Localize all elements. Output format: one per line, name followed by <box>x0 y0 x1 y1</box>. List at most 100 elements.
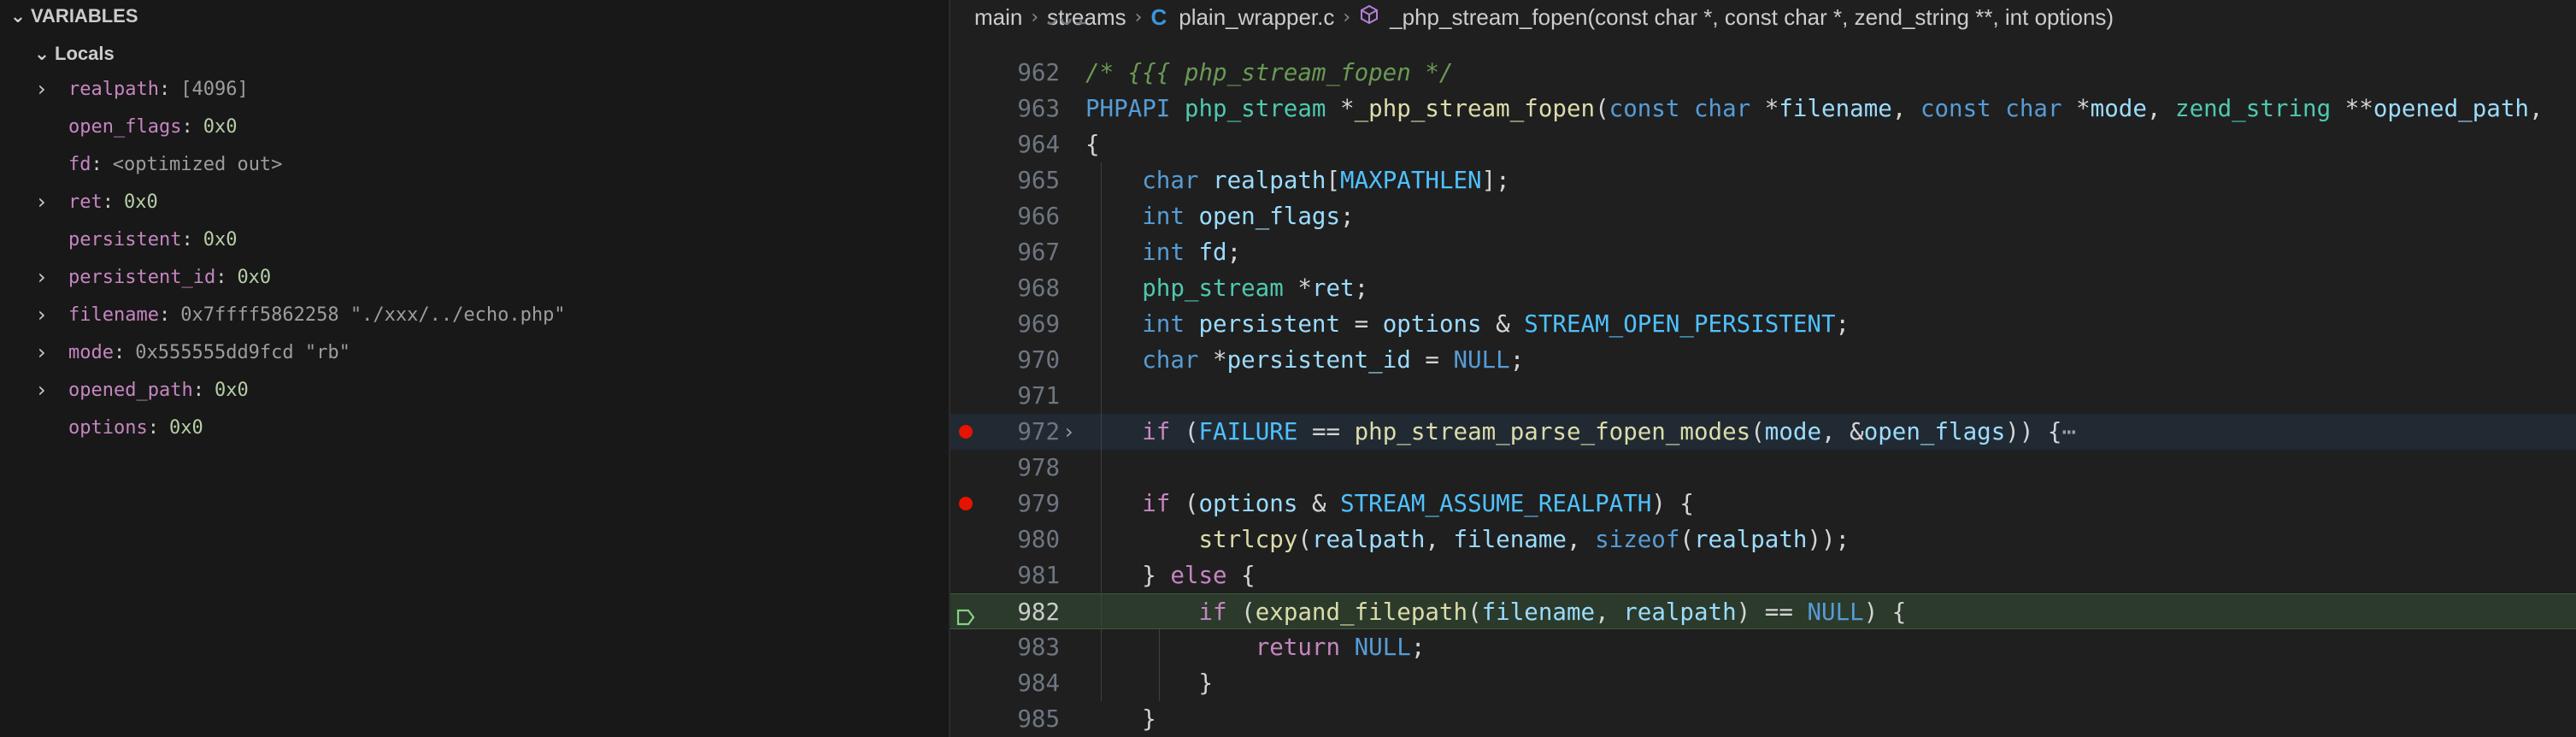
variable-row-fd[interactable]: fd: <optimized out> <box>38 147 282 181</box>
variable-row-realpath[interactable]: › realpath: [4096] <box>38 72 249 106</box>
code-text: int open_flags; <box>1085 198 1354 234</box>
code-token: realpath <box>1693 526 1808 553</box>
code-text: PHPAPI php_stream *_php_stream_fopen(con… <box>1085 91 2544 127</box>
chevron-right-icon[interactable]: › <box>38 77 68 101</box>
code-token: , <box>2146 95 2176 122</box>
variable-separator: : <box>181 115 193 138</box>
code-token: int <box>1142 239 1185 266</box>
code-token: if <box>1142 418 1171 445</box>
code-text: } <box>1085 665 1213 701</box>
code-line-966[interactable]: 966 int open_flags; <box>950 198 2576 234</box>
code-token: const <box>1609 95 1680 122</box>
code-text: } <box>1085 701 1156 737</box>
code-token: options <box>1198 490 1298 517</box>
code-line-965[interactable]: 965 char realpath[MAXPATHLEN]; <box>950 162 2576 198</box>
code-editor[interactable]: main › streams › C plain_wrapper.c › _ph… <box>950 0 2576 737</box>
variable-row-filename[interactable]: › filename:0x7ffff5862258 "./xxx/../echo.… <box>38 298 566 332</box>
code-line-971[interactable]: 971 <box>950 378 2576 414</box>
variables-section-header[interactable]: ⌄ VARIABLES <box>5 2 138 31</box>
code-line-962[interactable]: 962 /* {{{ php_stream_fopen */ <box>950 55 2576 91</box>
code-token: ( <box>1679 526 1694 553</box>
code-line-979[interactable]: 979 if (options & STREAM_ASSUME_REALPATH… <box>950 486 2576 522</box>
code-text: strlcpy(realpath, filename, sizeof(realp… <box>1085 522 1850 557</box>
code-token: * <box>1326 95 1355 122</box>
code-line-983[interactable]: 983 return NULL; <box>950 629 2576 665</box>
fold-chevron-icon[interactable]: › <box>1065 414 1073 450</box>
chevron-down-icon: ⌄ <box>33 43 50 65</box>
code-line-968[interactable]: 968 php_stream *ret; <box>950 270 2576 306</box>
chevron-right-icon[interactable]: › <box>38 190 68 214</box>
code-line-972[interactable]: 972 › if (FAILURE == php_stream_parse_fop… <box>950 414 2576 450</box>
code-token: NULL <box>1453 346 1510 374</box>
code-token: fd <box>1198 239 1227 266</box>
variable-row-open-flags[interactable]: open_flags:0x0 <box>38 109 237 144</box>
line-number: 972 <box>1017 418 1060 445</box>
code-token: ( <box>1170 418 1199 445</box>
line-number: 983 <box>1017 634 1060 661</box>
variable-row-ret[interactable]: › ret:0x0 <box>38 185 158 219</box>
code-token: STREAM_OPEN_PERSISTENT <box>1524 310 1836 338</box>
variable-row-mode[interactable]: › mode:0x555555dd9fcd "rb" <box>38 335 350 369</box>
indent-guide <box>1101 162 1102 701</box>
code-line-984[interactable]: 984 } <box>950 665 2576 701</box>
code-token: return <box>1255 634 1341 661</box>
variable-row-options[interactable]: options:0x0 <box>38 410 203 445</box>
code-text: int persistent = options & STREAM_OPEN_P… <box>1085 306 1850 342</box>
code-line-967[interactable]: 967 int fd; <box>950 234 2576 270</box>
variable-value: [4096] <box>180 78 249 100</box>
code-line-964[interactable]: 964 { <box>950 127 2576 162</box>
code-token: if <box>1198 598 1227 626</box>
code-token: persistent_id <box>1226 346 1411 374</box>
variable-name: filename <box>68 304 159 326</box>
code-token: { <box>1226 562 1256 589</box>
code-line-985[interactable]: 985 } <box>950 701 2576 737</box>
chevron-right-icon[interactable]: › <box>38 340 68 364</box>
code-token: & <box>1297 490 1341 517</box>
code-line-969[interactable]: 969 int persistent = options & STREAM_OP… <box>950 306 2576 342</box>
variable-value: 0x0 <box>237 266 272 288</box>
chevron-right-icon[interactable]: › <box>38 265 68 289</box>
code-token: * <box>1283 274 1312 302</box>
code-token: sizeof <box>1595 526 1680 553</box>
code-token: ( <box>1241 598 1256 626</box>
locals-scope-header[interactable]: ⌄ Locals <box>29 39 115 68</box>
code-line-970[interactable]: 970 char *persistent_id = NULL; <box>950 342 2576 378</box>
code-line-963[interactable]: 963 PHPAPI php_stream *_php_stream_fopen(… <box>950 91 2576 127</box>
code-token: ( <box>1170 490 1199 517</box>
variable-row-persistent[interactable]: persistent:0x0 <box>38 222 237 256</box>
variable-row-opened-path[interactable]: › opened_path:0x0 <box>38 373 249 407</box>
code-token: NULL <box>1354 634 1411 661</box>
chevron-right-icon[interactable]: › <box>38 378 68 402</box>
code-line-982[interactable]: 982 if (expand_filepath(filename, realpa… <box>950 593 2576 629</box>
line-number: 966 <box>1017 203 1060 230</box>
chevron-down-icon: ⌄ <box>9 5 26 27</box>
code-token: options <box>1382 310 1482 338</box>
code-text: { <box>1085 127 1100 162</box>
line-number: 978 <box>1017 454 1060 481</box>
code-line-981[interactable]: 981 } else { <box>950 557 2576 593</box>
code-token: * <box>1750 95 1779 122</box>
variable-separator: : <box>158 78 171 100</box>
code-line-980[interactable]: 980 strlcpy(realpath, filename, sizeof(r… <box>950 522 2576 557</box>
variable-value: <optimized out> <box>112 153 283 175</box>
code-token: ; <box>1509 346 1525 374</box>
variable-value: 0x0 <box>203 228 238 251</box>
code-line-978[interactable]: 978 <box>950 450 2576 486</box>
chevron-right-icon[interactable]: › <box>38 303 68 327</box>
variable-row-persistent-id[interactable]: › persistent_id:0x0 <box>38 260 271 294</box>
line-number: 979 <box>1017 490 1060 517</box>
code-token: , <box>2528 95 2544 122</box>
code-token: ret <box>1311 274 1355 302</box>
code-token: filename <box>1481 598 1596 626</box>
variable-separator: : <box>215 266 227 288</box>
code-text: php_stream *ret; <box>1085 270 1368 306</box>
code-token: ( <box>1750 418 1765 445</box>
code-token: const <box>1920 95 1991 122</box>
